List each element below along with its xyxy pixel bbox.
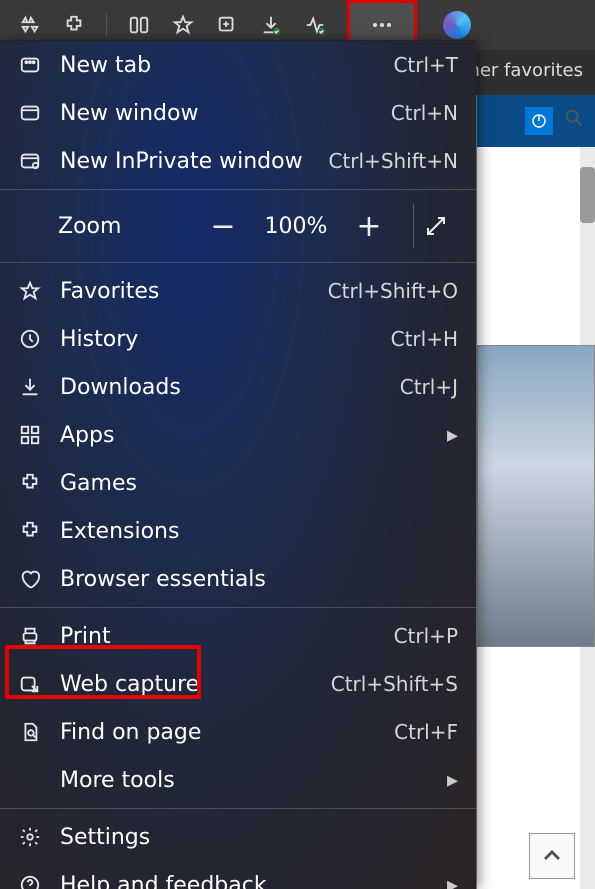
menu-label: New tab xyxy=(60,53,375,78)
more-icon xyxy=(370,13,394,37)
menu-label: New window xyxy=(60,101,373,126)
menu-label: Web capture xyxy=(60,672,313,697)
menu-shortcut: Ctrl+P xyxy=(394,624,458,648)
menu-label: Print xyxy=(60,624,376,649)
extensions-icon xyxy=(18,519,42,543)
menu-favorites[interactable]: Favorites Ctrl+Shift+O xyxy=(0,267,476,315)
web-capture-icon xyxy=(18,672,42,696)
menu-shortcut: Ctrl+Shift+N xyxy=(328,149,458,173)
window-icon xyxy=(18,101,42,125)
menu-shortcut: Ctrl+J xyxy=(400,375,458,399)
menu-downloads[interactable]: Downloads Ctrl+J xyxy=(0,363,476,411)
menu-shortcut: Ctrl+T xyxy=(393,53,458,77)
star-icon xyxy=(18,279,42,303)
menu-more-tools[interactable]: More tools ▸ xyxy=(0,756,476,804)
menu-label: Settings xyxy=(60,825,458,850)
menu-shortcut: Ctrl+F xyxy=(394,720,458,744)
zoom-label: Zoom xyxy=(58,214,185,239)
menu-games[interactable]: Games xyxy=(0,459,476,507)
menu-label: More tools xyxy=(60,768,458,793)
menu-help-feedback[interactable]: Help and feedback ▸ xyxy=(0,861,476,889)
menu-label: New InPrivate window xyxy=(60,149,310,174)
page-content: ▲ xyxy=(476,95,595,889)
history-icon xyxy=(18,327,42,351)
split-screen-icon[interactable] xyxy=(127,13,151,37)
chevron-right-icon: ▸ xyxy=(447,768,458,793)
menu-label: Find on page xyxy=(60,720,376,745)
menu-extensions[interactable]: Extensions xyxy=(0,507,476,555)
app-window: her favorites ▲ New tab Ctrl+T New windo… xyxy=(0,0,595,889)
menu-shortcut: Ctrl+Shift+S xyxy=(331,672,458,696)
menu-web-capture[interactable]: Web capture Ctrl+Shift+S xyxy=(0,660,476,708)
favorites-icon[interactable] xyxy=(171,13,195,37)
performance-icon[interactable] xyxy=(303,13,327,37)
extension-icon[interactable] xyxy=(62,13,86,37)
menu-label: History xyxy=(60,327,373,352)
games-icon xyxy=(18,471,42,495)
menu-settings[interactable]: Settings xyxy=(0,813,476,861)
inprivate-icon xyxy=(18,149,42,173)
menu-separator xyxy=(0,262,476,263)
fullscreen-button[interactable] xyxy=(413,204,458,248)
favorites-bar-text[interactable]: her favorites xyxy=(468,60,583,81)
apps-icon xyxy=(18,423,42,447)
find-icon xyxy=(18,720,42,744)
menu-label: Favorites xyxy=(60,279,310,304)
menu-label: Help and feedback xyxy=(60,873,458,889)
zoom-in-button[interactable]: + xyxy=(347,204,391,248)
menu-find-on-page[interactable]: Find on page Ctrl+F xyxy=(0,708,476,756)
menu-shortcut: Ctrl+N xyxy=(391,101,458,125)
print-icon xyxy=(18,624,42,648)
download-icon xyxy=(18,375,42,399)
menu-shortcut: Ctrl+H xyxy=(391,327,458,351)
zoom-value: 100% xyxy=(261,214,331,239)
toolbar-separator xyxy=(106,13,107,37)
menu-zoom-row: Zoom − 100% + xyxy=(0,194,476,258)
back-to-top-button[interactable] xyxy=(529,833,575,879)
menu-new-window[interactable]: New window Ctrl+N xyxy=(0,89,476,137)
menu-separator xyxy=(0,189,476,190)
gear-icon xyxy=(18,825,42,849)
collections-icon[interactable] xyxy=(215,13,239,37)
chevron-up-icon xyxy=(540,844,564,868)
chevron-right-icon: ▸ xyxy=(447,873,458,889)
menu-shortcut: Ctrl+Shift+O xyxy=(328,279,458,303)
menu-separator xyxy=(0,607,476,608)
menu-new-tab[interactable]: New tab Ctrl+T xyxy=(0,41,476,89)
search-icon[interactable] xyxy=(563,107,585,135)
menu-label: Games xyxy=(60,471,458,496)
menu-new-inprivate[interactable]: New InPrivate window Ctrl+Shift+N xyxy=(0,137,476,185)
menu-history[interactable]: History Ctrl+H xyxy=(0,315,476,363)
heart-pulse-icon xyxy=(18,567,42,591)
new-tab-icon xyxy=(18,53,42,77)
settings-menu: New tab Ctrl+T New window Ctrl+N New InP… xyxy=(0,40,476,889)
power-icon[interactable] xyxy=(525,107,553,135)
blank-icon xyxy=(18,768,42,792)
menu-label: Apps xyxy=(60,423,458,448)
recycle-icon[interactable] xyxy=(18,13,42,37)
page-image xyxy=(477,345,595,647)
zoom-out-button[interactable]: − xyxy=(201,204,245,248)
menu-separator xyxy=(0,808,476,809)
help-icon xyxy=(18,873,42,889)
scrollbar-thumb[interactable] xyxy=(580,167,595,223)
menu-print[interactable]: Print Ctrl+P xyxy=(0,612,476,660)
site-header-bar xyxy=(477,95,595,147)
chevron-right-icon: ▸ xyxy=(447,423,458,448)
downloads-icon[interactable] xyxy=(259,13,283,37)
copilot-icon[interactable] xyxy=(443,11,471,39)
fullscreen-icon xyxy=(424,214,448,238)
menu-apps[interactable]: Apps ▸ xyxy=(0,411,476,459)
menu-label: Downloads xyxy=(60,375,382,400)
menu-label: Extensions xyxy=(60,519,458,544)
menu-label: Browser essentials xyxy=(60,567,458,592)
menu-browser-essentials[interactable]: Browser essentials xyxy=(0,555,476,603)
